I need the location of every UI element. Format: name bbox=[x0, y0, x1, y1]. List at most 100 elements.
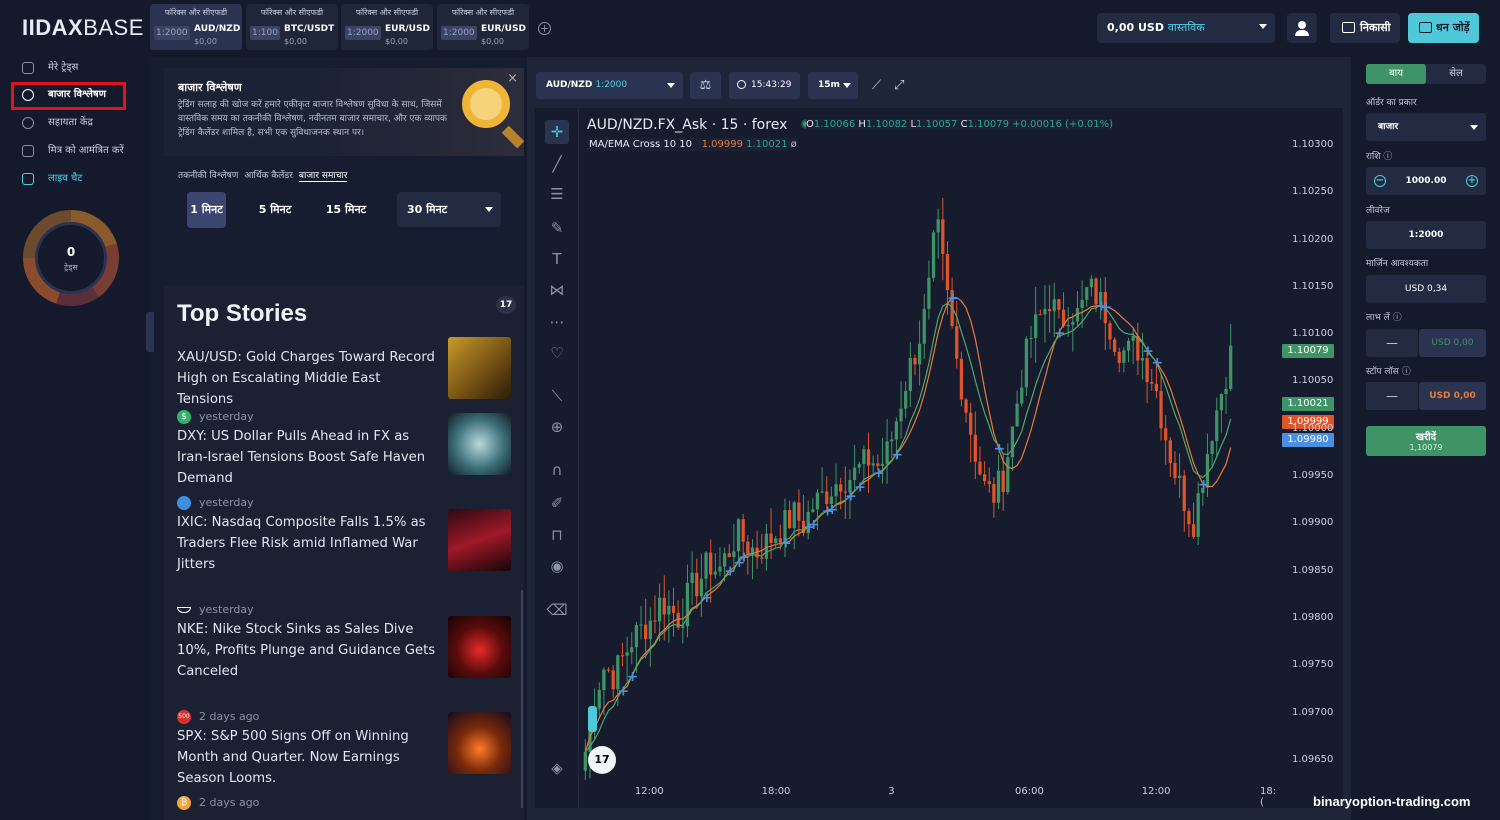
candle-body bbox=[639, 624, 643, 626]
price-axis[interactable]: 1.10079 1.10021 1.09999 1.09980 1.10300 1… bbox=[1280, 108, 1342, 780]
news-story[interactable]: XAU/USD: Gold Charges Toward Record High… bbox=[177, 337, 511, 410]
candle-body bbox=[899, 408, 903, 422]
buy-button[interactable]: खरीदें 1,10079 bbox=[1366, 426, 1486, 456]
candle-body bbox=[852, 467, 857, 481]
asset-tab-amount: $0,00 bbox=[194, 37, 217, 46]
news-story[interactable]: 500 2 days ago SPX: S&P 500 Signs Off on … bbox=[177, 708, 511, 789]
take-profit-value[interactable]: USD 0,00 bbox=[1419, 329, 1486, 357]
text-icon[interactable]: T bbox=[545, 247, 569, 271]
asset-tab-header: फॉरेक्स और सीएफडी bbox=[260, 8, 324, 17]
buy-button-price: 1,10079 bbox=[1409, 443, 1443, 452]
candle-body bbox=[787, 509, 792, 529]
panel-collapse-handle[interactable] bbox=[146, 312, 154, 352]
plus-icon[interactable]: + bbox=[1466, 175, 1478, 187]
crosshair-icon[interactable]: ✛ bbox=[545, 120, 569, 144]
news-story[interactable]: yesterday NKE: Nike Stock Sinks as Sales… bbox=[177, 601, 511, 682]
asset-tab-amount: $0,00 bbox=[385, 37, 408, 46]
sidebar-item-live-chat[interactable]: लाइव चैट bbox=[22, 170, 82, 188]
candle-body bbox=[1224, 388, 1228, 394]
candle-body bbox=[1191, 524, 1196, 537]
close-icon[interactable]: × bbox=[507, 71, 518, 86]
ruler-icon[interactable]: ⟍ bbox=[545, 384, 569, 408]
fib-icon[interactable]: ☰ bbox=[545, 182, 569, 206]
time-axis-label: 06:00 bbox=[1015, 786, 1044, 797]
stop-loss-value[interactable]: USD 0,00 bbox=[1419, 382, 1486, 410]
price-axis-label: 1.10000 bbox=[1292, 422, 1334, 434]
timeframe-1m-button[interactable]: 1 मिनट bbox=[187, 192, 226, 228]
bid-price-tag: 1.09980 bbox=[1282, 433, 1334, 447]
candle-body bbox=[1108, 323, 1112, 340]
tradingview-logo-icon[interactable]: 17 bbox=[588, 746, 616, 774]
trades-donut: 0 ट्रेड्स bbox=[23, 210, 119, 306]
price-axis-label: 1.10050 bbox=[1292, 375, 1334, 387]
cross-marker: + bbox=[994, 441, 1006, 457]
news-story[interactable]: $ yesterday DXY: US Dollar Pulls Ahead in… bbox=[177, 408, 511, 489]
stop-loss-toggle[interactable]: — bbox=[1366, 382, 1418, 410]
tab-sell[interactable]: सेल bbox=[1426, 64, 1486, 84]
chart-type-icon[interactable]: ⟋ bbox=[872, 78, 881, 93]
news-scrollbar[interactable] bbox=[521, 590, 523, 808]
margin-label: मार्जिन आवश्यकता bbox=[1366, 259, 1429, 269]
tab-technical-analysis[interactable]: तकनीकी विश्लेषण bbox=[178, 171, 238, 181]
balance-amount: 0,00 USD bbox=[1107, 21, 1164, 34]
tab-buy[interactable]: बाय bbox=[1366, 64, 1426, 84]
user-profile-button[interactable] bbox=[1287, 13, 1317, 43]
unlock-icon[interactable]: ⊓ bbox=[545, 523, 569, 547]
news-story[interactable]: ₿ 2 days ago bbox=[177, 794, 507, 812]
asset-tab-eurusd-2[interactable]: फॉरेक्स और सीएफडी 1:2000 EUR/USD $0,00 bbox=[437, 4, 529, 50]
news-story[interactable]: yesterday IXIC: Nasdaq Composite Falls 1… bbox=[177, 494, 511, 575]
balance-selector[interactable]: 0,00 USD वास्तविक bbox=[1097, 13, 1275, 43]
trendline-icon[interactable]: ╱ bbox=[545, 152, 569, 176]
tab-market-news[interactable]: बाजार समाचार bbox=[298, 171, 348, 182]
asset-tab-btcusdt[interactable]: फॉरेक्स और सीएफडी 1:100 BTC/USDT $0,00 bbox=[246, 4, 338, 50]
withdraw-button[interactable]: निकासी bbox=[1330, 13, 1400, 43]
symbol-selector[interactable]: AUD/NZD 1:2000 bbox=[536, 72, 683, 99]
chevron-left-icon[interactable] bbox=[588, 706, 597, 732]
timeframe-5m-button[interactable]: 5 मिनट bbox=[250, 192, 300, 228]
pattern-icon[interactable]: ⋈ bbox=[545, 278, 569, 302]
candle-body bbox=[1219, 393, 1224, 411]
amount-stepper[interactable]: − 1000.00 + bbox=[1366, 167, 1486, 195]
candle-body bbox=[955, 326, 959, 359]
order-type-select[interactable]: बाजार bbox=[1366, 113, 1486, 141]
candle-body bbox=[890, 439, 894, 442]
asset-tab-audnzd[interactable]: फॉरेक्स और सीएफडी 1:2000 AUD/NZD $0,00 bbox=[150, 4, 242, 50]
news-title: SPX: S&P 500 Signs Off on Winning Month … bbox=[177, 729, 409, 786]
time-axis[interactable]: 12:00 18:00 3 06:00 12:00 18:( bbox=[579, 782, 1279, 808]
timeframe-15m-button[interactable]: 15 मिनट bbox=[320, 192, 372, 228]
stop-loss-label: स्टॉप लॉस ⓘ bbox=[1366, 367, 1411, 377]
leverage-field[interactable]: 1:2000 bbox=[1366, 221, 1486, 249]
minus-icon[interactable]: − bbox=[1374, 175, 1386, 187]
timeframe-select[interactable]: 30 मिनट bbox=[397, 192, 501, 227]
prediction-icon[interactable]: ⋯ bbox=[545, 310, 569, 334]
candle-body bbox=[834, 484, 838, 497]
indicators-icon[interactable]: ⚖ bbox=[690, 72, 721, 99]
highlight-box bbox=[11, 82, 126, 110]
zoom-in-icon[interactable]: ⊕ bbox=[545, 415, 569, 439]
interval-selector[interactable]: 15m bbox=[808, 72, 858, 99]
take-profit-toggle[interactable]: — bbox=[1366, 329, 1418, 357]
candle-body bbox=[1131, 335, 1135, 341]
add-asset-tab-icon[interactable]: + bbox=[538, 22, 551, 35]
candle-body bbox=[620, 655, 625, 657]
lock-drawing-icon[interactable]: ✐ bbox=[545, 491, 569, 515]
layers-icon[interactable]: ◈ bbox=[545, 756, 569, 780]
candlestick-chart[interactable]: +++++++++++++++++++++++ bbox=[579, 108, 1279, 780]
brand-logo[interactable]: IIDAXBASE bbox=[22, 15, 144, 41]
tab-economic-calendar[interactable]: आर्थिक कैलेंडर bbox=[244, 171, 293, 181]
fullscreen-icon[interactable]: ⤢ bbox=[894, 78, 904, 93]
magnet-icon[interactable]: ∩ bbox=[545, 458, 569, 482]
sidebar-item-help-center[interactable]: सहायता केंद्र bbox=[22, 114, 93, 132]
heart-icon[interactable]: ♡ bbox=[545, 341, 569, 365]
eye-icon[interactable]: ◉ bbox=[545, 554, 569, 578]
symbol-name: AUD/NZD bbox=[546, 80, 593, 90]
asset-tab-eurusd[interactable]: फॉरेक्स और सीएफडी 1:2000 EUR/USD $0,00 bbox=[341, 4, 433, 50]
deposit-button[interactable]: धन जोड़ें bbox=[1408, 13, 1479, 43]
sidebar-item-invite-friend[interactable]: मित्र को आमंत्रित करें bbox=[22, 142, 124, 160]
magnifier-illustration bbox=[462, 80, 510, 128]
trash-icon[interactable]: ⌫ bbox=[545, 598, 569, 622]
leverage-label: लीवरेज bbox=[1366, 206, 1390, 216]
asset-tab-header: फॉरेक्स और सीएफडी bbox=[355, 8, 419, 17]
brush-icon[interactable]: ✎ bbox=[545, 216, 569, 240]
sidebar-item-my-trades[interactable]: मेरे ट्रेड्स bbox=[22, 59, 78, 77]
